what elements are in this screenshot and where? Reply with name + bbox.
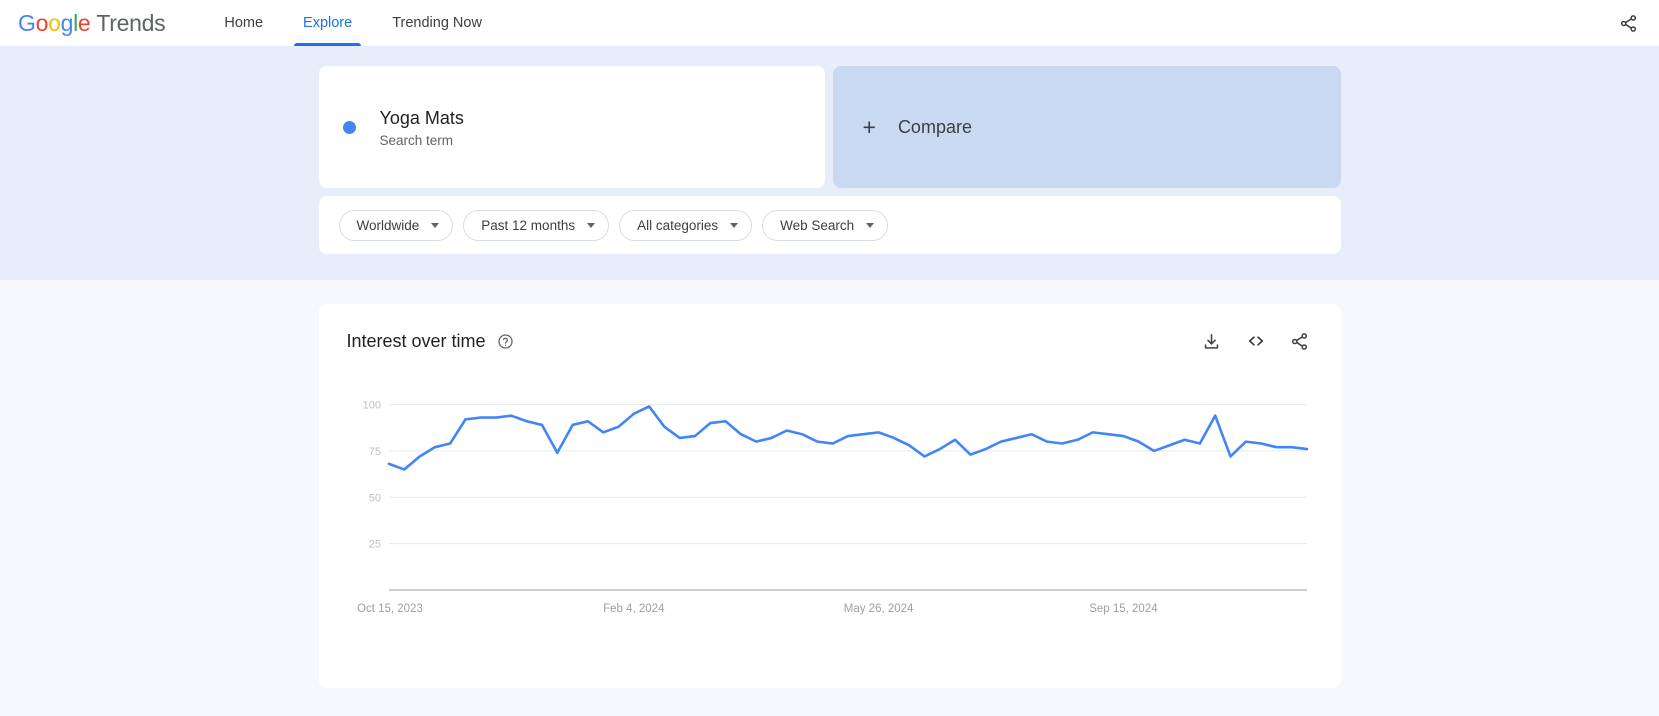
- x-axis-tick-label: Sep 15, 2024: [1089, 603, 1158, 615]
- filter-location[interactable]: Worldwide: [338, 209, 454, 241]
- interest-over-time-panel: Interest over time 100 75 50 25 Oct 15, …: [318, 304, 1341, 688]
- panel-title-wrap: Interest over time: [347, 331, 514, 352]
- top-navigation-bar: Google Trends Home Explore Trending Now: [0, 0, 1659, 46]
- chevron-down-icon: [866, 222, 875, 228]
- download-icon[interactable]: [1197, 326, 1227, 356]
- share-icon[interactable]: [1613, 8, 1643, 38]
- x-axis-tick-label: Feb 4, 2024: [603, 603, 665, 615]
- share-icon[interactable]: [1285, 326, 1315, 356]
- search-term-subtitle: Search term: [379, 133, 454, 149]
- filter-time-range-label: Past 12 months: [481, 217, 576, 233]
- logo-trends-word: Trends: [96, 9, 166, 36]
- nav-item-trending-now[interactable]: Trending Now: [379, 0, 495, 46]
- filter-search-type-label: Web Search: [780, 217, 855, 233]
- chevron-down-icon: [730, 222, 739, 228]
- search-term-card[interactable]: Yoga Mats Search term: [318, 66, 825, 188]
- filter-bar: Worldwide Past 12 months All categories …: [318, 196, 1341, 254]
- main-content-wrap: Interest over time 100 75 50 25 Oct 15, …: [318, 304, 1341, 688]
- page-title: Interest over time: [346, 330, 486, 351]
- chevron-down-icon: [431, 222, 440, 228]
- x-axis-tick-label: May 26, 2024: [843, 603, 913, 615]
- compare-label: Compare: [897, 116, 972, 137]
- y-axis-tick-label: 75: [368, 446, 380, 458]
- query-band-content: Yoga Mats Search term + Compare Worldwid…: [318, 66, 1341, 254]
- x-axis-tick-label: Oct 15, 2023: [357, 603, 423, 615]
- y-axis-tick-label: 100: [362, 400, 380, 412]
- panel-actions: [1197, 326, 1315, 356]
- google-trends-logo[interactable]: Google Trends: [18, 9, 166, 37]
- main-content: Interest over time 100 75 50 25 Oct 15, …: [0, 280, 1659, 688]
- filter-time-range[interactable]: Past 12 months: [463, 209, 610, 241]
- chart-line-series: [387, 405, 1308, 471]
- nav-item-trending-now-label: Trending Now: [392, 15, 482, 31]
- interest-over-time-chart[interactable]: 100 75 50 25 Oct 15, 2023 Feb 4, 2024 May 26, …: [347, 380, 1315, 630]
- nav-item-explore-label: Explore: [303, 15, 353, 31]
- logo-letter-g: G: [18, 9, 36, 36]
- y-axis-tick-label: 50: [368, 492, 380, 504]
- chevron-down-icon: [587, 222, 596, 228]
- query-band: Yoga Mats Search term + Compare Worldwid…: [0, 46, 1659, 280]
- filter-search-type[interactable]: Web Search: [762, 209, 889, 241]
- panel-header: Interest over time: [347, 326, 1315, 356]
- search-terms-row: Yoga Mats Search term + Compare: [318, 66, 1341, 188]
- series-color-dot: [342, 120, 356, 134]
- y-axis-tick-label: 25: [368, 539, 380, 551]
- search-term-text-block: Yoga Mats Search term: [380, 106, 464, 148]
- logo-letter-e: e: [77, 9, 91, 36]
- nav-item-home-label: Home: [224, 15, 264, 31]
- chart-svg: 100 75 50 25 Oct 15, 2023 Feb 4, 2024 May 26, …: [357, 400, 1308, 615]
- nav-item-explore[interactable]: Explore: [290, 0, 365, 46]
- top-bar-actions: [1613, 0, 1643, 46]
- filter-category-label: All categories: [637, 217, 719, 233]
- filter-category[interactable]: All categories: [619, 209, 753, 241]
- logo-letter-o1: o: [35, 9, 49, 36]
- compare-card[interactable]: + Compare: [832, 66, 1341, 188]
- plus-icon: +: [862, 113, 876, 140]
- search-term-title: Yoga Mats: [379, 107, 464, 128]
- help-circle-icon[interactable]: [497, 333, 514, 350]
- logo-letter-g2: g: [60, 9, 74, 36]
- embed-code-icon[interactable]: [1241, 326, 1271, 356]
- filter-location-label: Worldwide: [356, 217, 420, 233]
- logo-letter-o2: o: [48, 9, 61, 36]
- nav-links: Home Explore Trending Now: [211, 0, 509, 46]
- nav-item-home[interactable]: Home: [211, 0, 276, 46]
